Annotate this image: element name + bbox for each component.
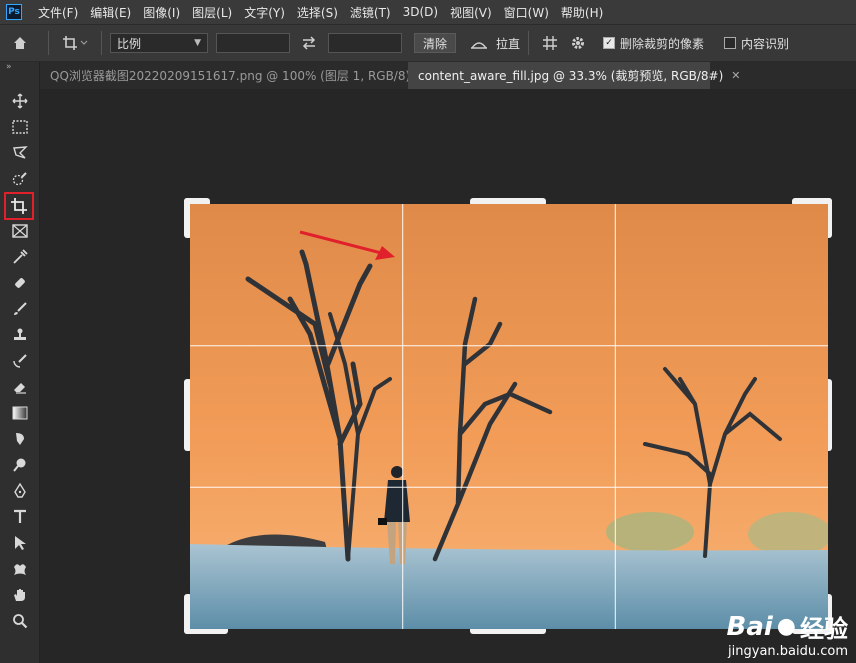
watermark-brand-2: 经验 — [800, 615, 848, 643]
quick-selection-tool-icon[interactable] — [7, 168, 33, 190]
swap-icon[interactable] — [290, 36, 328, 50]
baidu-watermark: Bai ● 经验 jingyan.baidu.com — [726, 609, 848, 660]
path-selection-tool-icon[interactable] — [7, 532, 33, 554]
menu-3d[interactable]: 3D(D) — [397, 5, 444, 19]
width-field[interactable] — [216, 33, 290, 53]
menu-layer[interactable]: 图层(L) — [186, 4, 238, 21]
crop-tool-preset-icon[interactable] — [57, 35, 93, 51]
brush-tool-icon[interactable] — [7, 298, 33, 320]
pen-tool-icon[interactable] — [7, 480, 33, 502]
tab-qq-screenshot[interactable]: QQ浏览器截图20220209151617.png @ 100% (图层 1, … — [40, 62, 437, 89]
gradient-tool-icon[interactable] — [7, 402, 33, 424]
content-aware-label: 内容识别 — [741, 36, 790, 51]
straighten-icon[interactable] — [468, 36, 490, 50]
menu-view[interactable]: 视图(V) — [444, 4, 498, 21]
grid-overlay-icon[interactable] — [537, 35, 563, 51]
clone-stamp-tool-icon[interactable] — [7, 324, 33, 346]
options-bar: 比例 ▼ 清除 拉直 ✓ 删除裁剪的像素 内容识别 — [0, 24, 856, 62]
zoom-tool-icon[interactable] — [7, 610, 33, 632]
crop-tool-icon[interactable] — [4, 192, 34, 220]
clear-button[interactable]: 清除 — [414, 33, 457, 53]
watermark-url: jingyan.baidu.com — [728, 644, 848, 659]
eraser-tool-icon[interactable] — [7, 376, 33, 398]
separator — [101, 31, 102, 55]
smudge-tool-icon[interactable] — [7, 428, 33, 450]
check-icon: ✓ — [605, 38, 613, 48]
menu-help[interactable]: 帮助(H) — [555, 4, 609, 21]
photoshop-logo-icon: Ps — [6, 4, 22, 20]
custom-shape-tool-icon[interactable] — [7, 558, 33, 580]
watermark-brand: Bai — [726, 611, 773, 642]
chevron-down-icon: ▼ — [194, 38, 201, 48]
tools-panel: » — [0, 62, 40, 663]
menu-bar: Ps 文件(F) 编辑(E) 图像(I) 图层(L) 文字(Y) 选择(S) 滤… — [0, 0, 856, 24]
eyedropper-tool-icon[interactable] — [7, 246, 33, 268]
separator — [528, 31, 530, 55]
paw-icon: ● — [776, 614, 796, 639]
type-tool-icon[interactable] — [7, 506, 33, 528]
tab-content-aware-fill[interactable]: content_aware_fill.jpg @ 33.3% (裁剪预览, RG… — [408, 62, 741, 89]
tab-label: QQ浏览器截图20220209151617.png @ 100% (图层 1, … — [50, 69, 420, 83]
close-icon[interactable]: ✕ — [731, 69, 740, 82]
home-icon[interactable] — [0, 35, 40, 51]
menu-image[interactable]: 图像(I) — [137, 4, 186, 21]
lasso-tool-icon[interactable] — [7, 142, 33, 164]
separator — [48, 31, 49, 55]
menu-edit[interactable]: 编辑(E) — [84, 4, 137, 21]
healing-brush-tool-icon[interactable] — [7, 272, 33, 294]
menu-select[interactable]: 选择(S) — [291, 4, 344, 21]
tab-label: content_aware_fill.jpg @ 33.3% (裁剪预览, RG… — [418, 69, 724, 83]
ratio-select[interactable]: 比例 ▼ — [110, 33, 208, 53]
move-tool-icon[interactable] — [7, 90, 33, 112]
hand-tool-icon[interactable] — [7, 584, 33, 606]
straighten-label[interactable]: 拉直 — [496, 35, 520, 52]
history-brush-tool-icon[interactable] — [7, 350, 33, 372]
height-field[interactable] — [328, 33, 402, 53]
delete-cropped-checkbox[interactable]: ✓ — [603, 37, 616, 49]
ratio-select-value: 比例 — [117, 36, 142, 51]
document-tabs: QQ浏览器截图20220209151617.png @ 100% (图层 1, … — [40, 62, 856, 89]
menu-window[interactable]: 窗口(W) — [498, 4, 555, 21]
gear-icon[interactable] — [563, 35, 593, 51]
menu-type[interactable]: 文字(Y) — [238, 4, 291, 21]
marquee-tool-icon[interactable] — [7, 116, 33, 138]
content-aware-checkbox[interactable] — [724, 37, 737, 49]
delete-cropped-label: 删除裁剪的像素 — [620, 36, 705, 51]
crop-preview-image[interactable] — [190, 204, 828, 629]
menu-filter[interactable]: 滤镜(T) — [344, 4, 397, 21]
frame-tool-icon[interactable] — [7, 220, 33, 242]
menu-file[interactable]: 文件(F) — [32, 4, 84, 21]
collapse-panel-icon[interactable]: » — [0, 62, 39, 74]
dodge-tool-icon[interactable] — [7, 454, 33, 476]
